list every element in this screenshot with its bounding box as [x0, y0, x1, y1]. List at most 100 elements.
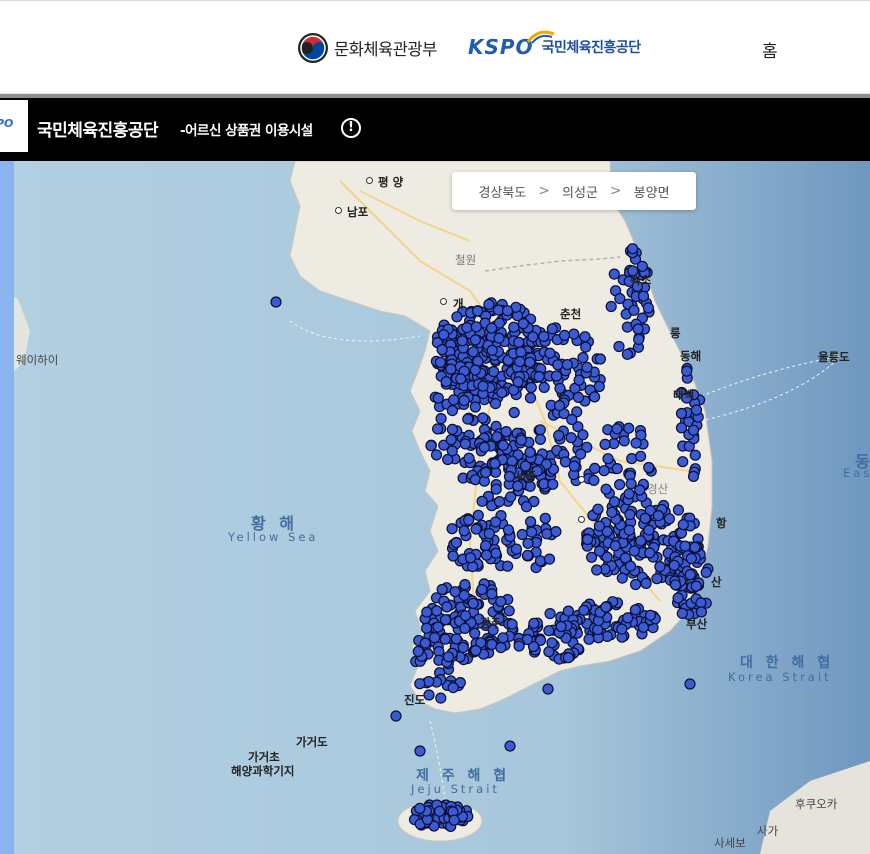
facility-marker-icon[interactable] [480, 549, 493, 561]
facility-marker-icon[interactable] [637, 621, 650, 633]
facility-marker-icon[interactable] [622, 612, 634, 624]
facility-marker-icon[interactable] [455, 373, 467, 385]
facility-marker-icon[interactable] [504, 740, 516, 752]
facility-marker-icon[interactable] [552, 359, 564, 371]
facility-marker-icon[interactable] [574, 448, 587, 460]
facility-marker-icon[interactable] [578, 604, 590, 616]
facility-marker-icon[interactable] [447, 681, 459, 694]
facility-marker-icon[interactable] [512, 376, 524, 388]
facility-marker-icon[interactable] [643, 461, 655, 474]
facility-marker-icon[interactable] [423, 689, 435, 701]
facility-marker-icon[interactable] [516, 528, 528, 541]
facility-marker-icon[interactable] [568, 328, 580, 340]
facility-marker-icon[interactable] [672, 504, 685, 516]
facility-marker-icon[interactable] [470, 644, 482, 657]
info-icon[interactable]: ! [341, 118, 361, 138]
facility-marker-icon[interactable] [442, 651, 455, 663]
facility-marker-icon[interactable] [501, 305, 514, 317]
facility-marker-icon[interactable] [458, 525, 470, 537]
facility-marker-icon[interactable] [675, 407, 688, 420]
facility-marker-icon[interactable] [614, 293, 626, 305]
facility-marker-icon[interactable] [558, 329, 571, 341]
facility-marker-icon[interactable] [634, 484, 646, 496]
facility-marker-icon[interactable] [588, 391, 601, 403]
facility-marker-icon[interactable] [469, 627, 481, 639]
facility-marker-icon[interactable] [445, 363, 457, 375]
facility-marker-icon[interactable] [609, 540, 621, 552]
facility-marker-icon[interactable] [461, 322, 473, 334]
facility-marker-icon[interactable] [591, 564, 603, 576]
facility-marker-icon[interactable] [623, 488, 635, 500]
breadcrumb-province[interactable]: 경상북도 [478, 182, 526, 201]
facility-marker-icon[interactable] [462, 413, 474, 425]
home-link[interactable]: 홈 [762, 37, 778, 62]
facility-marker-icon[interactable] [561, 359, 574, 371]
facility-marker-icon[interactable] [414, 745, 426, 757]
facility-marker-icon[interactable] [497, 632, 509, 644]
facility-marker-icon[interactable] [508, 321, 520, 333]
facility-marker-icon[interactable] [601, 551, 613, 563]
facility-marker-icon[interactable] [480, 466, 492, 479]
facility-marker-icon[interactable] [528, 617, 540, 629]
facility-marker-icon[interactable] [632, 323, 644, 335]
facility-marker-icon[interactable] [624, 508, 636, 521]
facility-marker-icon[interactable] [623, 422, 635, 434]
facility-marker-icon[interactable] [524, 446, 536, 458]
facility-marker-icon[interactable] [546, 323, 558, 335]
facility-marker-icon[interactable] [423, 675, 435, 688]
facility-marker-icon[interactable] [440, 376, 452, 388]
facility-marker-icon[interactable] [459, 622, 471, 634]
facility-marker-icon[interactable] [470, 523, 482, 535]
facility-marker-icon[interactable] [471, 305, 484, 317]
facility-marker-icon[interactable] [555, 620, 567, 633]
facility-marker-icon[interactable] [446, 523, 458, 535]
facility-marker-icon[interactable] [434, 356, 446, 368]
facility-marker-icon[interactable] [538, 330, 550, 342]
facility-marker-icon[interactable] [542, 683, 554, 695]
facility-marker-icon[interactable] [513, 336, 525, 348]
facility-marker-icon[interactable] [431, 605, 443, 617]
facility-marker-icon[interactable] [522, 537, 534, 549]
facility-marker-icon[interactable] [478, 441, 490, 453]
facility-marker-icon[interactable] [429, 632, 441, 644]
facility-marker-icon[interactable] [496, 387, 508, 399]
map-side-panel-handle[interactable] [0, 161, 14, 854]
facility-marker-icon[interactable] [527, 331, 539, 343]
facility-marker-icon[interactable] [608, 268, 620, 280]
facility-marker-icon[interactable] [435, 692, 447, 704]
facility-marker-icon[interactable] [432, 392, 444, 404]
facility-marker-icon[interactable] [513, 640, 525, 652]
facility-marker-icon[interactable] [690, 580, 702, 592]
facility-marker-icon[interactable] [611, 463, 623, 475]
facility-marker-icon[interactable] [602, 453, 614, 465]
facility-marker-icon[interactable] [553, 400, 566, 412]
facility-marker-icon[interactable] [651, 573, 663, 585]
facility-marker-icon[interactable] [654, 561, 666, 573]
facility-marker-icon[interactable] [441, 601, 453, 613]
facility-marker-icon[interactable] [506, 618, 518, 630]
facility-marker-icon[interactable] [449, 586, 461, 598]
kspo-logo-link[interactable]: KSPO 국민체육진흥공단 [468, 30, 641, 64]
facility-marker-icon[interactable] [581, 361, 593, 373]
facility-marker-icon[interactable] [684, 569, 696, 581]
facility-marker-icon[interactable] [554, 382, 566, 394]
facility-marker-icon[interactable] [588, 474, 600, 486]
facility-marker-icon[interactable] [489, 398, 502, 410]
facility-marker-icon[interactable] [486, 588, 498, 600]
facility-marker-icon[interactable] [515, 346, 527, 358]
facility-marker-icon[interactable] [534, 555, 547, 567]
facility-marker-icon[interactable] [652, 510, 665, 522]
facility-marker-icon[interactable] [419, 637, 431, 649]
breadcrumb-county[interactable]: 의성군 [562, 182, 598, 201]
facility-marker-icon[interactable] [543, 553, 556, 565]
facility-marker-icon[interactable] [414, 802, 426, 815]
facility-marker-icon[interactable] [543, 625, 555, 637]
facility-marker-icon[interactable] [467, 346, 479, 358]
facility-marker-icon[interactable] [502, 524, 515, 536]
facility-marker-icon[interactable] [538, 381, 550, 393]
facility-marker-icon[interactable] [663, 513, 676, 525]
facility-marker-icon[interactable] [477, 412, 489, 424]
facility-marker-icon[interactable] [626, 243, 639, 255]
facility-marker-icon[interactable] [681, 365, 693, 377]
facility-marker-icon[interactable] [521, 549, 534, 561]
